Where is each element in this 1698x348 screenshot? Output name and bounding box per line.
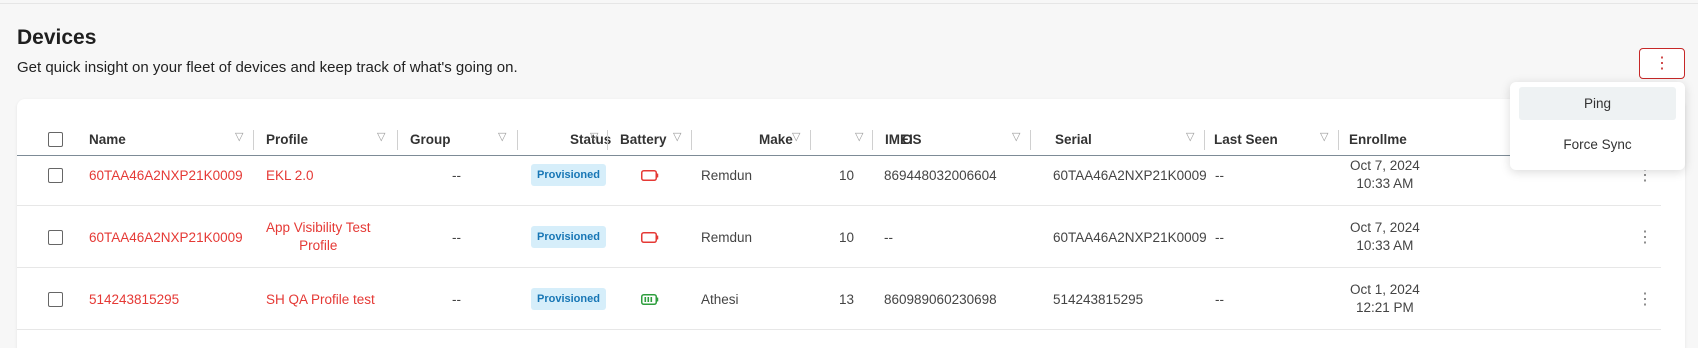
device-name-link[interactable]: 60TAA46A2NXP21K0009	[89, 206, 243, 268]
serial-value: 60TAA46A2NXP21K0009	[1053, 229, 1207, 245]
profile-link[interactable]: EKL 2.0	[266, 144, 314, 206]
more-actions-button[interactable]: ⋮	[1639, 48, 1685, 79]
row-checkbox[interactable]	[48, 230, 63, 245]
row-more-icon[interactable]: ⋮	[1637, 206, 1653, 268]
os-value: 10	[839, 167, 855, 183]
battery-full-icon	[641, 268, 659, 330]
enrolled-value: Oct 7, 2024 10:33 AM	[1350, 144, 1420, 206]
filter-icon[interactable]: ▽	[590, 130, 598, 143]
filter-icon[interactable]: ▽	[792, 130, 800, 143]
filter-icon[interactable]: ▽	[1012, 130, 1020, 143]
status-badge: Provisioned	[531, 164, 606, 186]
serial-value: 60TAA46A2NXP21K0009	[1053, 167, 1207, 183]
filter-icon[interactable]: ▽	[1320, 130, 1328, 143]
battery-empty-icon	[641, 206, 659, 268]
enrolled-value: Oct 7, 2024 10:33 AM	[1350, 206, 1420, 268]
enrolled-time: 10:33 AM	[1356, 176, 1414, 191]
device-name-link[interactable]: 514243815295	[89, 268, 179, 330]
device-name-link[interactable]: 60TAA46A2NXP21K0009	[89, 144, 243, 206]
os-value: 10	[839, 229, 855, 245]
status-cell: Provisioned	[531, 206, 606, 268]
enrolled-date: Oct 7, 2024	[1350, 158, 1420, 173]
make-value: Remdun	[701, 229, 753, 245]
page-subtitle: Get quick insight on your fleet of devic…	[17, 59, 518, 76]
filter-icon[interactable]: ▽	[855, 130, 863, 143]
os-value: 13	[839, 291, 855, 307]
filter-icon[interactable]: ▽	[498, 130, 506, 143]
more-vertical-icon: ⋮	[1654, 54, 1670, 72]
make-value: Athesi	[701, 291, 739, 307]
filter-icon[interactable]: ▽	[1186, 130, 1194, 143]
imei-value: --	[884, 229, 893, 245]
filter-icon[interactable]: ▽	[235, 130, 243, 143]
enrolled-date: Oct 1, 2024	[1350, 282, 1420, 297]
table-row[interactable]: 60TAA46A2NXP21K0009 EKL 2.0 -- Provision…	[17, 144, 1661, 206]
status-cell: Provisioned	[531, 268, 606, 330]
table-row[interactable]: 60TAA46A2NXP21K0009 App Visibility Test …	[17, 206, 1661, 268]
imei-value: 869448032006604	[884, 167, 997, 183]
last-seen-value: --	[1215, 167, 1224, 183]
actions-dropdown-menu: Ping Force Sync	[1510, 82, 1685, 170]
top-divider	[0, 3, 1698, 4]
imei-value: 860989060230698	[884, 291, 997, 307]
enrolled-time: 10:33 AM	[1356, 238, 1414, 253]
status-cell: Provisioned	[531, 144, 606, 206]
row-more-icon[interactable]: ⋮	[1637, 268, 1653, 330]
row-checkbox[interactable]	[48, 292, 63, 307]
enrolled-date: Oct 7, 2024	[1350, 220, 1420, 235]
profile-link-line1: App Visibility Test	[266, 220, 371, 235]
serial-value: 514243815295	[1053, 291, 1144, 307]
page-title: Devices	[17, 26, 97, 49]
profile-link[interactable]: App Visibility Test Profile	[266, 206, 371, 268]
menu-item-ping[interactable]: Ping	[1519, 87, 1676, 120]
last-seen-value: --	[1215, 291, 1224, 307]
menu-item-force-sync[interactable]: Force Sync	[1519, 128, 1676, 161]
make-value: Remdun	[701, 167, 753, 183]
table-row[interactable]: 514243815295 SH QA Profile test -- Provi…	[17, 268, 1661, 330]
enrolled-time: 12:21 PM	[1356, 300, 1414, 315]
filter-icon[interactable]: ▽	[673, 130, 681, 143]
filter-icon[interactable]: ▽	[377, 130, 385, 143]
enrolled-value: Oct 1, 2024 12:21 PM	[1350, 268, 1420, 330]
group-value: --	[452, 229, 461, 245]
group-value: --	[452, 291, 461, 307]
profile-link[interactable]: SH QA Profile test	[266, 268, 375, 330]
group-value: --	[452, 167, 461, 183]
status-badge: Provisioned	[531, 288, 606, 310]
battery-empty-icon	[641, 144, 659, 206]
status-badge: Provisioned	[531, 226, 606, 248]
profile-link-line2: Profile	[299, 238, 338, 253]
last-seen-value: --	[1215, 229, 1224, 245]
devices-table-card: Name ▽ Profile ▽ Group ▽ Status ▽ Batter…	[17, 99, 1685, 348]
row-checkbox[interactable]	[48, 168, 63, 183]
